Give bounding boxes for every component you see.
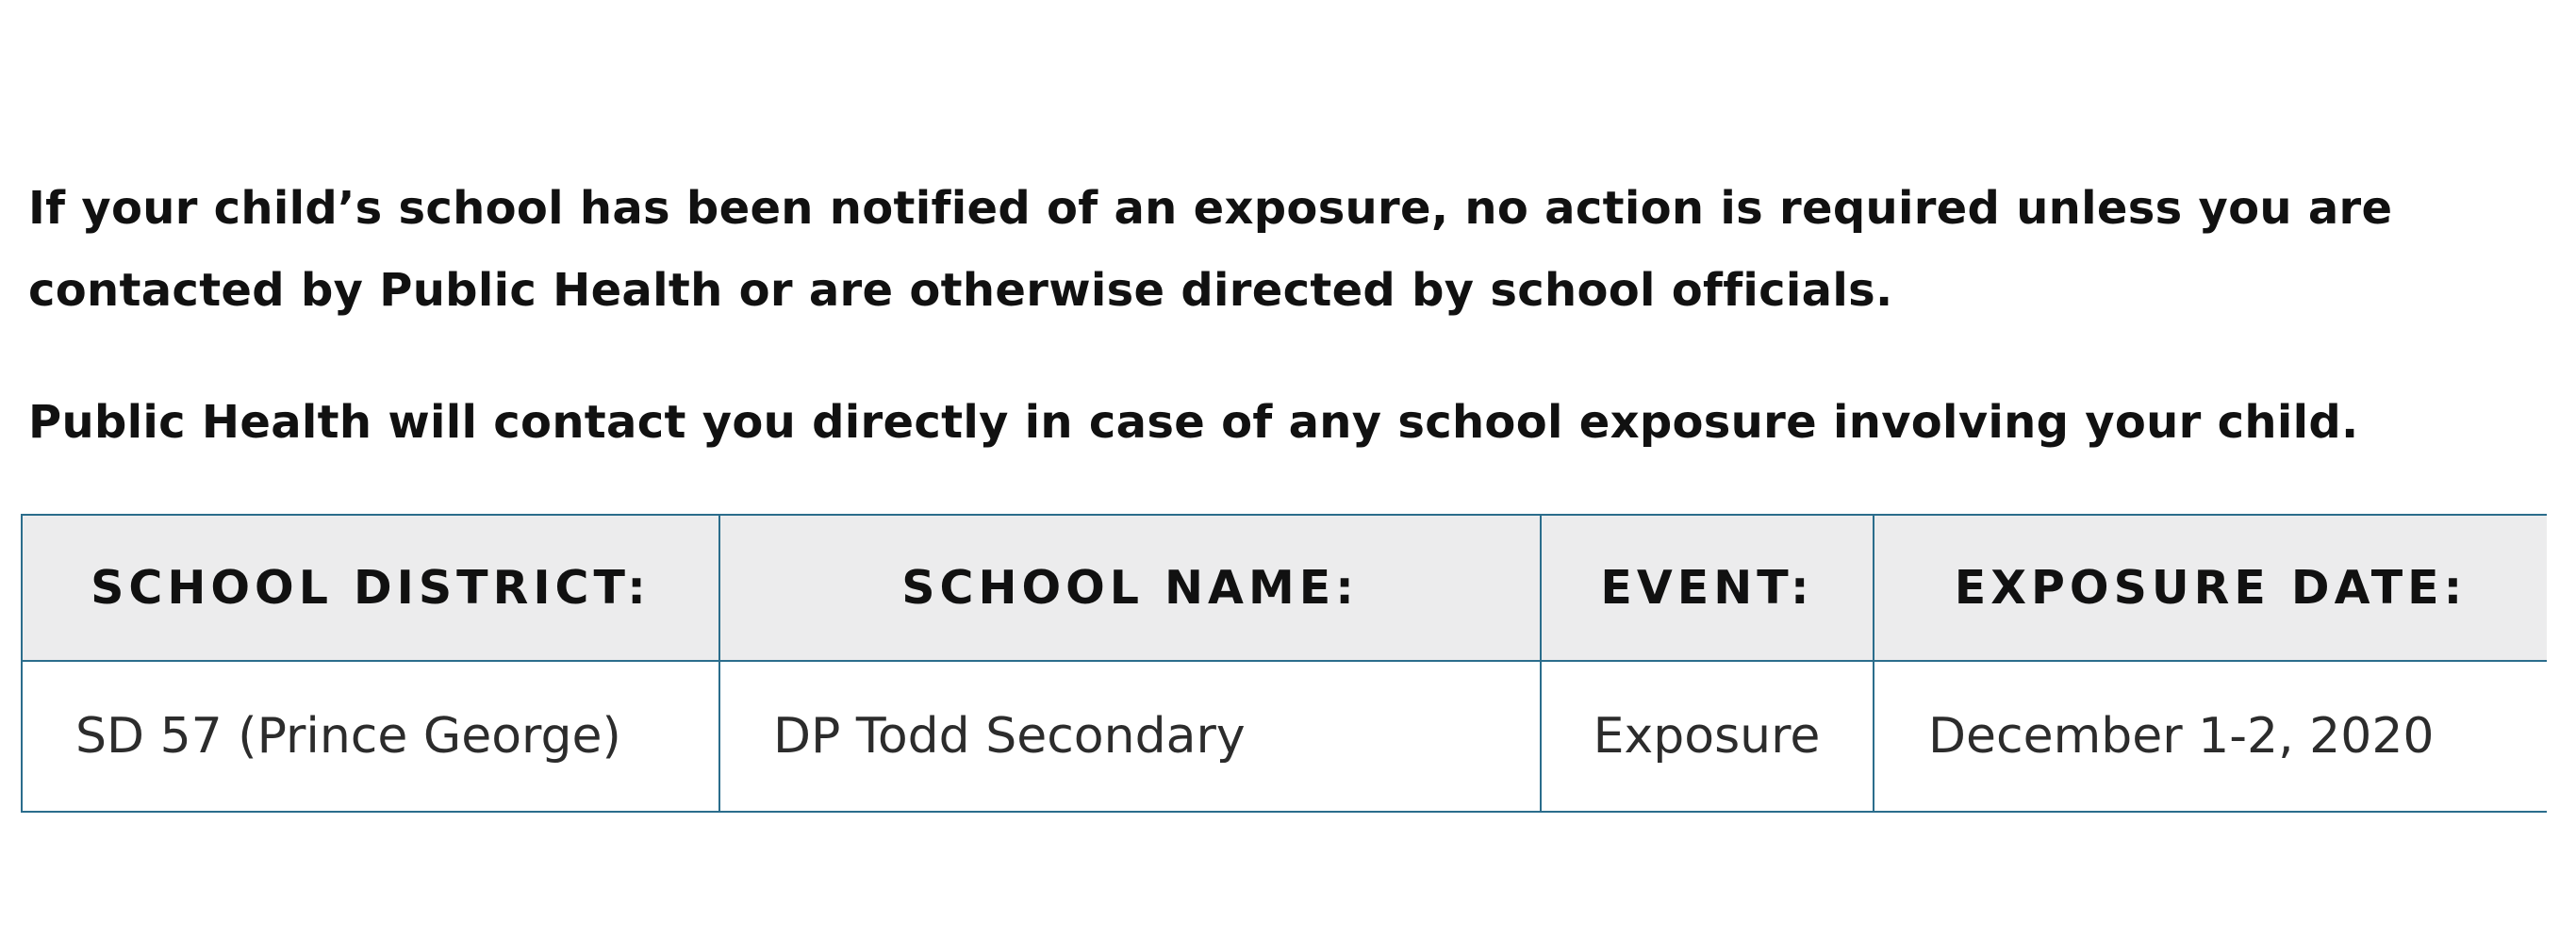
header-school-district: SCHOOL DISTRICT: — [21, 514, 720, 662]
cell-school-district: SD 57 (Prince George) — [21, 660, 720, 813]
public-health-contact-paragraph: Public Health will contact you directly … — [28, 396, 2359, 449]
exposure-table: SCHOOL DISTRICT: SCHOOL NAME: EVENT: EXP… — [21, 514, 2547, 813]
cell-event: Exposure — [1540, 660, 1874, 813]
header-event: EVENT: — [1540, 514, 1874, 662]
header-exposure-date: EXPOSURE DATE: — [1873, 514, 2547, 662]
table-header-row: SCHOOL DISTRICT: SCHOOL NAME: EVENT: EXP… — [21, 514, 2547, 662]
cell-exposure-date: December 1-2, 2020 — [1873, 660, 2547, 813]
exposure-table-container: SCHOOL DISTRICT: SCHOOL NAME: EVENT: EXP… — [21, 514, 2547, 817]
table-row: SD 57 (Prince George) DP Todd Secondary … — [21, 660, 2547, 813]
exposure-notice-paragraph: If your child’s school has been notified… — [28, 182, 2393, 317]
cell-school-name: DP Todd Secondary — [718, 660, 1542, 813]
header-school-name: SCHOOL NAME: — [718, 514, 1542, 662]
